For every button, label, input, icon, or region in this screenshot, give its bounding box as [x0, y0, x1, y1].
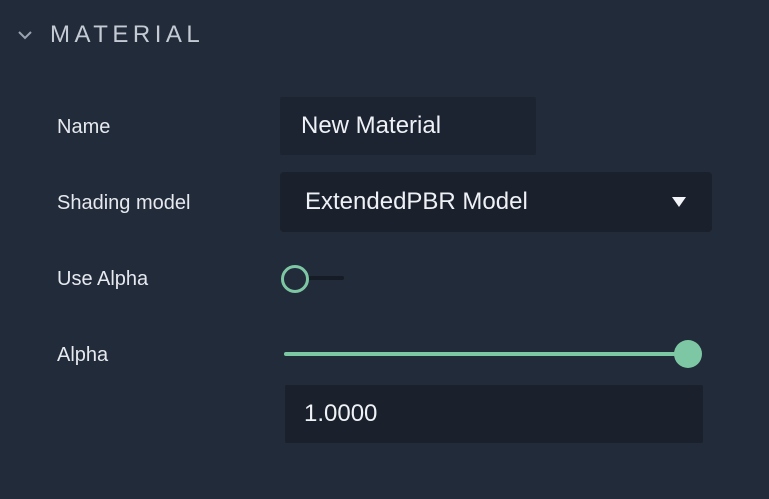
- slider-thumb[interactable]: [674, 340, 702, 368]
- name-input-value: New Material: [301, 112, 442, 139]
- shading-model-label: Shading model: [57, 192, 191, 214]
- alpha-label: Alpha: [57, 344, 109, 366]
- name-label: Name: [57, 116, 111, 138]
- triangle-down-icon[interactable]: [670, 195, 688, 209]
- chevron-down-icon[interactable]: [14, 24, 36, 46]
- shading-model-select[interactable]: ExtendedPBR Model: [280, 172, 712, 232]
- alpha-input-value: 1.0000: [304, 400, 378, 427]
- shading-model-value: ExtendedPBR Model: [305, 188, 528, 215]
- use-alpha-label: Use Alpha: [57, 268, 149, 290]
- alpha-slider[interactable]: [280, 339, 708, 369]
- slider-fill: [284, 352, 688, 356]
- material-panel: MATERIAL Name New Material Shading model…: [0, 0, 769, 499]
- name-input[interactable]: New Material: [280, 97, 536, 155]
- alpha-input[interactable]: 1.0000: [285, 385, 703, 443]
- toggle-knob[interactable]: [281, 265, 309, 293]
- section-header[interactable]: MATERIAL: [14, 18, 204, 52]
- section-title: MATERIAL: [50, 21, 205, 48]
- use-alpha-toggle[interactable]: [280, 264, 346, 293]
